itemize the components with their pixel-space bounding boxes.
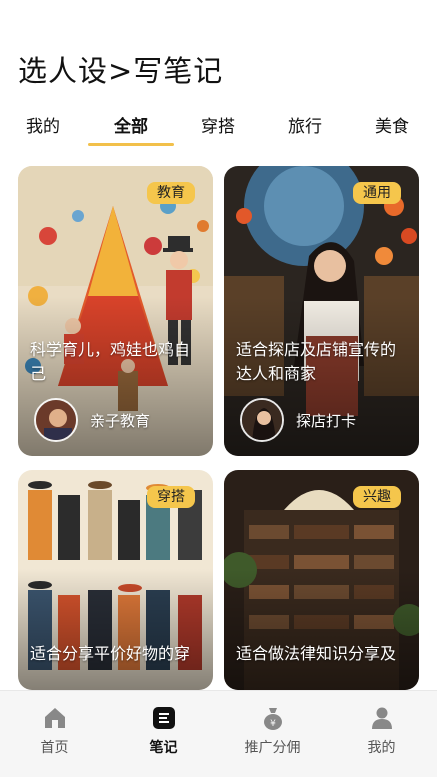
svg-text:¥: ¥ — [270, 719, 276, 729]
persona-card-general[interactable]: 通用 适合探店及店铺宣传的达人和商家 探店打卡 — [224, 166, 419, 456]
nav-notes[interactable]: 笔记 — [109, 705, 218, 757]
tab-outfit[interactable]: 穿搭 — [201, 112, 235, 137]
avatar — [34, 398, 78, 442]
money-bag-icon: ¥ — [263, 708, 282, 730]
profile-icon — [371, 707, 392, 729]
tab-travel[interactable]: 旅行 — [288, 112, 322, 137]
persona-card-outfit[interactable]: 穿搭 适合分享平价好物的穿 — [18, 470, 213, 690]
persona-tag: 亲子教育 — [90, 412, 151, 430]
persona-card-education[interactable]: 教育 科学育儿，鸡娃也鸡自己 亲子教育 — [18, 166, 213, 456]
persona-tag: 探店打卡 — [296, 412, 357, 430]
nav-home[interactable]: 首页 — [0, 705, 109, 757]
card-description: 适合探店及店铺宣传的达人和商家 — [236, 340, 397, 383]
card-description: 适合做法律知识分享及 — [236, 644, 397, 663]
bottom-navigation: 首页 笔记 ¥ 推广分佣 我的 — [0, 690, 437, 777]
nav-label: 我的 — [367, 740, 396, 756]
persona-card-hobby[interactable]: 兴趣 适合做法律知识分享及 — [224, 470, 419, 690]
category-badge: 兴趣 — [353, 486, 401, 508]
tab-food[interactable]: 美食 — [375, 112, 409, 137]
home-icon — [44, 708, 65, 728]
tab-all[interactable]: 全部 — [114, 112, 148, 137]
nav-profile[interactable]: 我的 — [327, 705, 436, 757]
nav-commission[interactable]: ¥ 推广分佣 — [218, 705, 327, 757]
category-badge: 穿搭 — [147, 486, 195, 508]
active-tab-indicator — [88, 143, 174, 146]
nav-label: 推广分佣 — [244, 740, 301, 756]
card-description: 科学育儿，鸡娃也鸡自己 — [30, 340, 191, 383]
page-title: 选人设>写笔记 — [18, 54, 224, 88]
category-badge: 教育 — [147, 182, 195, 204]
category-tabs: 我的 全部 穿搭 旅行 美食 — [0, 108, 437, 148]
category-badge: 通用 — [353, 182, 401, 204]
nav-label: 首页 — [40, 740, 69, 756]
nav-label: 笔记 — [149, 740, 178, 756]
notes-icon — [152, 707, 175, 729]
tab-mine[interactable]: 我的 — [26, 112, 60, 137]
avatar — [240, 398, 284, 442]
card-description: 适合分享平价好物的穿 — [30, 644, 191, 663]
